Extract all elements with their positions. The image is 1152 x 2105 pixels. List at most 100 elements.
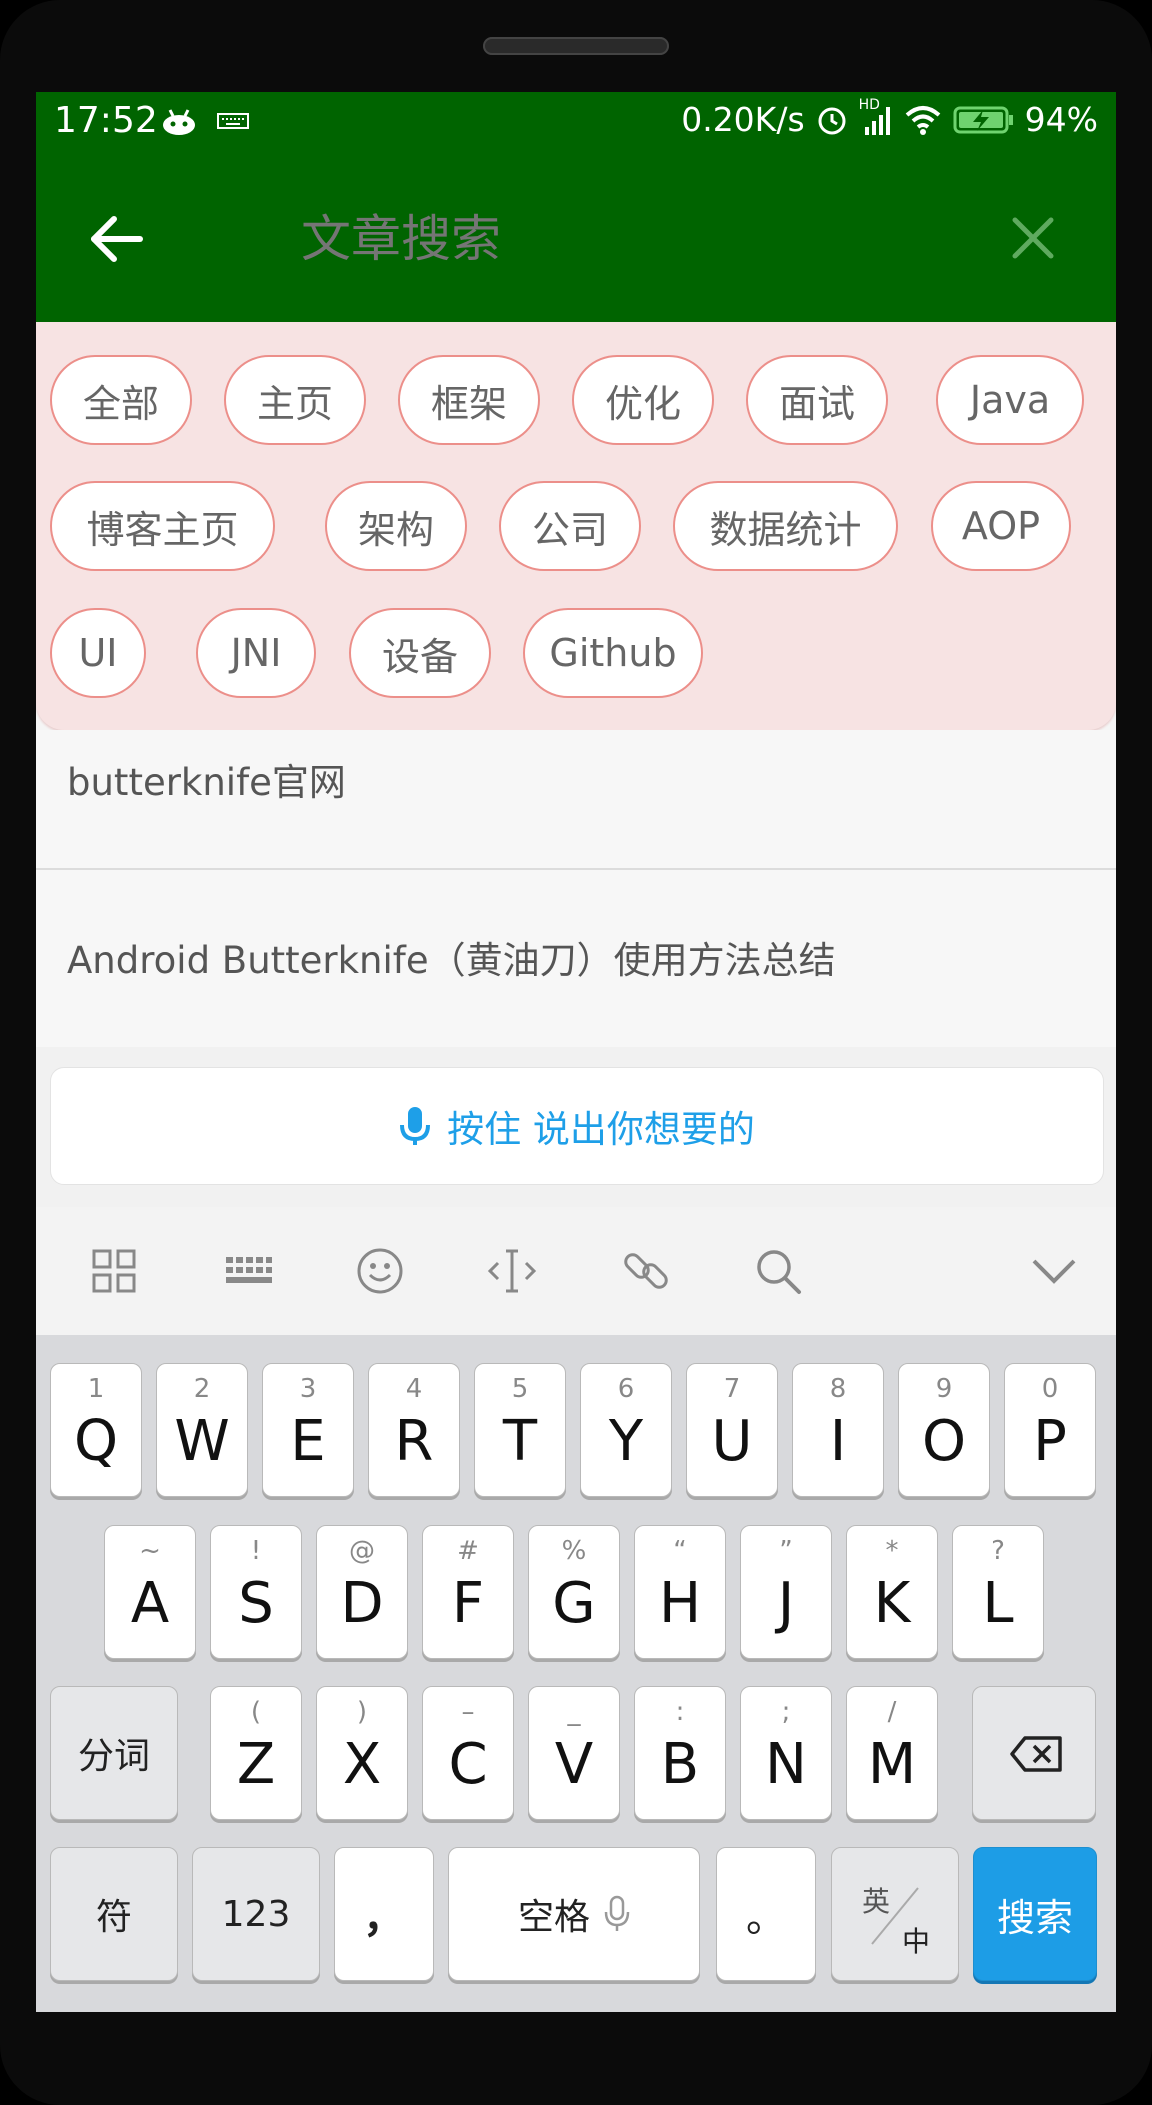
- key-c[interactable]: – C: [422, 1686, 514, 1820]
- key-d[interactable]: @ D: [316, 1525, 408, 1659]
- status-bar: 17:52 0.20K/s HD 94%: [36, 92, 1116, 156]
- tag-chip[interactable]: Java: [936, 355, 1084, 445]
- symbol-key[interactable]: 符: [50, 1847, 178, 1981]
- signal-icon: HD: [859, 97, 893, 137]
- key-hint: 3: [299, 1374, 317, 1404]
- tag-chip[interactable]: 主页: [224, 355, 366, 445]
- emoji-icon[interactable]: [354, 1245, 406, 1297]
- grid-icon[interactable]: [88, 1245, 140, 1297]
- key-b[interactable]: :B: [634, 1686, 726, 1820]
- microphone-icon: [604, 1895, 630, 1931]
- key-letter: F: [451, 1571, 485, 1636]
- backspace-key[interactable]: [972, 1686, 1096, 1820]
- key-l[interactable]: ? L: [952, 1525, 1044, 1659]
- key-letter: R: [394, 1409, 434, 1474]
- key-letter: J: [777, 1571, 795, 1636]
- key-u[interactable]: 7U: [686, 1363, 778, 1497]
- tag-chip[interactable]: JNI: [196, 608, 316, 698]
- tag-chip[interactable]: 优化: [572, 355, 714, 445]
- key-hint: ~: [139, 1536, 161, 1566]
- segment-key-label: 分词: [77, 1736, 150, 1777]
- status-right: 0.20K/s HD 94%: [681, 97, 1098, 140]
- voice-input-button[interactable]: 按住 说出你想要的: [50, 1067, 1104, 1185]
- key-o[interactable]: 9O: [898, 1363, 990, 1497]
- key-hint: 7: [723, 1374, 741, 1404]
- period-key[interactable]: 。: [716, 1847, 816, 1981]
- tag-chip[interactable]: 面试: [746, 355, 888, 445]
- key-h[interactable]: “H: [634, 1525, 726, 1659]
- key-t[interactable]: 5T: [474, 1363, 566, 1497]
- key-g[interactable]: % G: [528, 1525, 620, 1659]
- close-icon[interactable]: [1011, 216, 1055, 260]
- arrow-left-icon[interactable]: [88, 214, 144, 264]
- key-r[interactable]: 4R: [368, 1363, 460, 1497]
- key-letter: D: [340, 1571, 384, 1636]
- key-j[interactable]: ” J: [740, 1525, 832, 1659]
- search-key[interactable]: 搜索: [973, 1847, 1097, 1981]
- keyboard-icon[interactable]: [222, 1245, 274, 1297]
- key-letter: Q: [73, 1409, 119, 1474]
- tag-chip[interactable]: 公司: [499, 481, 641, 571]
- network-speed: 0.20K/s: [681, 100, 805, 139]
- language-switch-key[interactable]: 英 中: [831, 1847, 959, 1981]
- tag-chip[interactable]: 数据统计: [673, 481, 898, 571]
- segment-key[interactable]: 分词: [50, 1686, 178, 1820]
- cursor-icon[interactable]: [486, 1245, 538, 1297]
- key-hint: ;: [781, 1697, 791, 1727]
- tag-chip[interactable]: 博客主页: [50, 481, 275, 571]
- keyboard-ime: 按住 说出你想要的 1 Q 2 W 3 E 4 R 5 T 6 Y 7 U 8 …: [36, 1047, 1116, 2012]
- chevron-down-icon[interactable]: [1028, 1245, 1080, 1297]
- earpiece-speaker: [483, 37, 669, 55]
- backspace-icon: [1010, 1736, 1062, 1772]
- key-i[interactable]: 8I: [792, 1363, 884, 1497]
- key-y[interactable]: 6Y: [580, 1363, 672, 1497]
- tag-chip[interactable]: Github: [523, 608, 703, 698]
- result-item[interactable]: Android Butterknife（黄油刀）使用方法总结: [36, 870, 1116, 1047]
- key-m[interactable]: / M: [846, 1686, 938, 1820]
- key-letter: S: [238, 1571, 274, 1636]
- tag-chip[interactable]: AOP: [931, 481, 1071, 571]
- tag-chip[interactable]: 架构: [325, 481, 467, 571]
- screen: 17:52 0.20K/s HD 94% 文章搜索 全部 主页 框架 优化 面试…: [36, 92, 1116, 2012]
- search-key-label: 搜索: [996, 1895, 1073, 1940]
- comma-key[interactable]: ，: [334, 1847, 434, 1981]
- key-letter: L: [982, 1571, 1014, 1636]
- key-letter: B: [660, 1732, 700, 1797]
- key-s[interactable]: ! S: [210, 1525, 302, 1659]
- key-hint: ”: [779, 1536, 793, 1566]
- key-letter: K: [873, 1571, 911, 1636]
- link-icon[interactable]: [620, 1245, 672, 1297]
- battery-charging-icon: [953, 106, 1013, 133]
- tag-chip[interactable]: 设备: [349, 608, 491, 698]
- key-hint: *: [885, 1536, 899, 1566]
- result-item[interactable]: butterknife官网: [36, 730, 1116, 868]
- key-hint: 1: [87, 1374, 105, 1404]
- space-key-content: 空格: [449, 1848, 699, 1980]
- search-icon[interactable]: [752, 1245, 804, 1297]
- key-q[interactable]: 1Q: [50, 1363, 142, 1497]
- tag-chip[interactable]: 全部: [50, 355, 192, 445]
- key-w[interactable]: 2W: [156, 1363, 248, 1497]
- tag-chip[interactable]: 框架: [398, 355, 540, 445]
- key-n[interactable]: ; N: [740, 1686, 832, 1820]
- key-x[interactable]: ) X: [316, 1686, 408, 1820]
- key-hint: !: [250, 1536, 262, 1566]
- key-k[interactable]: * K: [846, 1525, 938, 1659]
- key-v[interactable]: _ V: [528, 1686, 620, 1820]
- key-letter: O: [921, 1409, 967, 1474]
- space-key[interactable]: 空格: [448, 1847, 700, 1981]
- key-z[interactable]: (Z: [210, 1686, 302, 1820]
- key-p[interactable]: 0P: [1004, 1363, 1096, 1497]
- key-e[interactable]: 3E: [262, 1363, 354, 1497]
- key-letter: U: [711, 1409, 753, 1474]
- key-a[interactable]: ~ A: [104, 1525, 196, 1659]
- number-key[interactable]: 123: [192, 1847, 320, 1981]
- tag-chip[interactable]: UI: [50, 608, 146, 698]
- key-hint: –: [461, 1697, 475, 1727]
- space-key-label: 空格: [517, 1897, 590, 1938]
- key-letter: I: [829, 1409, 847, 1474]
- key-letter: N: [765, 1732, 807, 1797]
- search-input[interactable]: [301, 210, 801, 268]
- key-hint: 5: [511, 1374, 529, 1404]
- key-f[interactable]: # F: [422, 1525, 514, 1659]
